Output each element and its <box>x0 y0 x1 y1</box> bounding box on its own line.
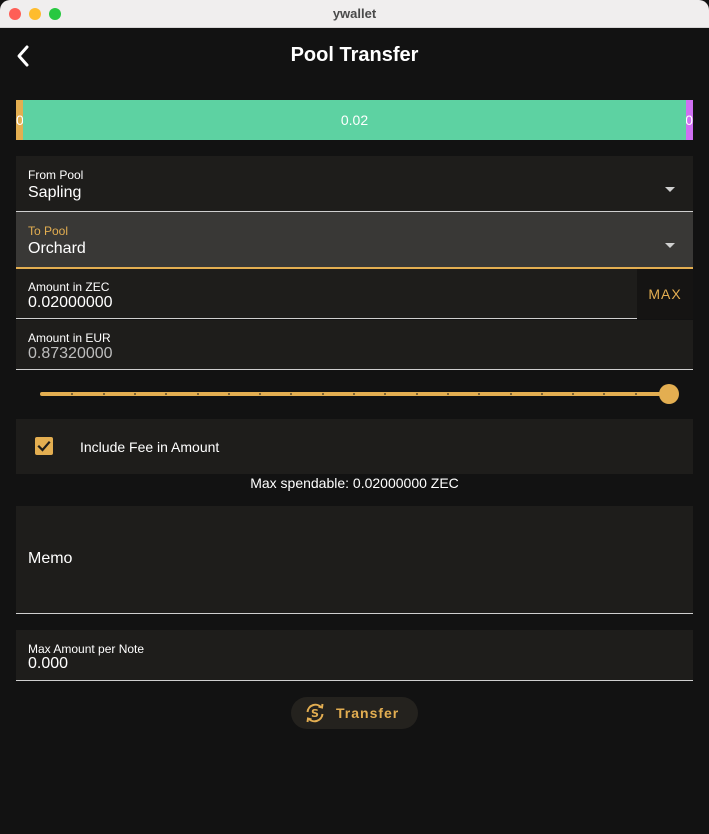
transparent-balance-label: 0 <box>16 112 23 128</box>
include-fee-row[interactable]: Include Fee in Amount <box>16 419 693 474</box>
memo-input[interactable]: Memo <box>16 506 693 614</box>
slider-tick <box>102 393 105 395</box>
max-amount-per-note-label: Max Amount per Note <box>28 642 145 656</box>
include-fee-checkbox[interactable] <box>35 437 53 455</box>
check-icon <box>37 440 51 452</box>
orchard-segment: 0 <box>686 100 693 140</box>
slider-tick <box>634 393 637 395</box>
slider-thumb[interactable] <box>659 384 679 404</box>
orchard-balance-label: 0 <box>686 112 693 128</box>
max-amount-per-note-input[interactable]: Max Amount per Note 0.000 <box>16 630 693 681</box>
include-fee-label: Include Fee in Amount <box>80 439 220 455</box>
transfer-label: Transfer <box>336 705 400 721</box>
amount-zec-input[interactable]: Amount in ZEC 0.02000000 <box>16 269 637 319</box>
sapling-balance-label: 0.02 <box>340 112 369 128</box>
slider-tick <box>133 393 136 395</box>
to-pool-select[interactable]: To Pool Orchard <box>16 212 693 269</box>
amount-eur-input[interactable]: Amount in EUR 0.87320000 <box>16 320 693 370</box>
slider-tick <box>321 393 324 395</box>
amount-slider[interactable] <box>40 384 680 404</box>
chevron-down-icon <box>665 187 675 192</box>
chevron-down-icon <box>665 243 675 248</box>
from-pool-label: From Pool <box>28 168 84 182</box>
to-pool-label: To Pool <box>28 224 69 238</box>
amount-eur-label: Amount in EUR <box>28 331 111 345</box>
sapling-segment: 0.02 <box>23 100 686 140</box>
slider-tick <box>509 393 512 395</box>
slider-tick <box>353 393 355 395</box>
svg-text:S: S <box>311 707 319 720</box>
from-pool-value: Sapling <box>28 184 82 201</box>
memo-label: Memo <box>28 550 73 567</box>
from-pool-select[interactable]: From Pool Sapling <box>16 156 693 212</box>
amount-zec-value: 0.02000000 <box>28 294 113 311</box>
to-pool-value: Orchard <box>28 240 86 257</box>
slider-tick <box>415 393 418 395</box>
max-amount-per-note-value: 0.000 <box>28 655 69 672</box>
app-content: Pool Transfer 0 0.02 0 From Pool Sapling… <box>0 28 709 834</box>
pool-balance-bar: 0 0.02 0 <box>16 100 693 140</box>
amount-eur-value: 0.87320000 <box>28 345 113 362</box>
slider-tick <box>540 393 543 395</box>
max-spendable-text: Max spendable: 0.02000000 ZEC <box>250 475 459 491</box>
page-title: Pool Transfer <box>290 44 419 66</box>
slider-tick <box>227 393 230 395</box>
window-title: ywallet <box>332 6 377 21</box>
slider-tick <box>196 393 199 395</box>
transparent-segment: 0 <box>16 100 23 140</box>
slider-tick <box>446 393 449 395</box>
title-bar: ywallet <box>0 0 709 28</box>
transfer-button[interactable]: S Transfer <box>291 697 418 729</box>
transfer-icon: S <box>306 703 324 723</box>
amount-zec-label: Amount in ZEC <box>28 280 110 294</box>
max-button[interactable]: MAX <box>637 269 693 319</box>
